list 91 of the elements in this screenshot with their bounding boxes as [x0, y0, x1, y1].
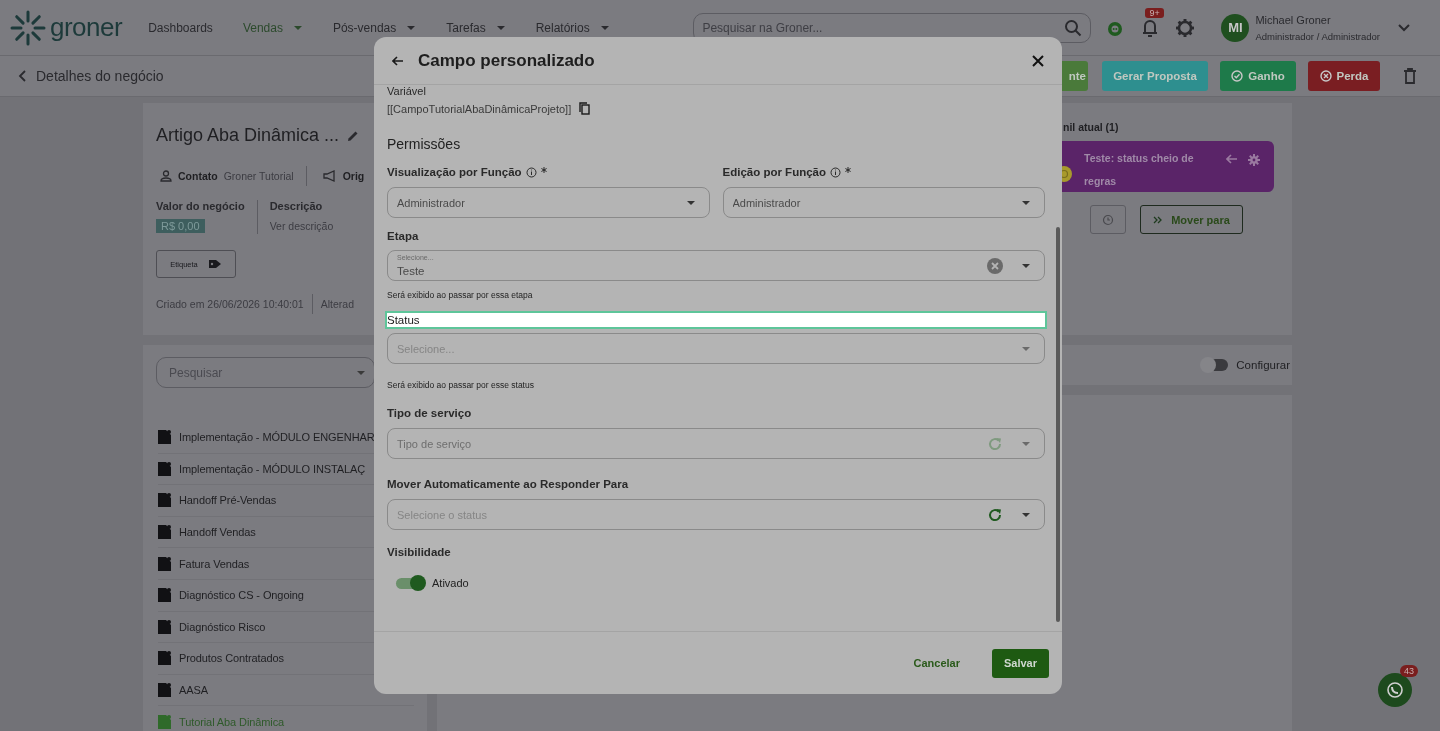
settings-icon: [1175, 17, 1196, 38]
altered-date: Alterad: [320, 298, 354, 310]
document-icon: [158, 461, 171, 476]
tag-icon: [207, 258, 222, 270]
document-icon: [158, 588, 171, 603]
visibility-switch[interactable]: [396, 577, 424, 589]
document-icon: [158, 683, 171, 698]
section-heading: Permissões: [387, 136, 462, 152]
contact-value: Groner Tutorial: [223, 170, 294, 182]
notification-badge: 43: [1400, 665, 1418, 677]
phone-bubble-icon: [1386, 681, 1404, 699]
helper-text: Será exibido ao passar por esse status: [387, 380, 535, 390]
created-date: Criado em 26/06/2026 10:40:01: [156, 298, 304, 310]
user-name: Michael Groner: [1255, 13, 1332, 26]
caret-icon: [1021, 262, 1031, 269]
megaphone-icon: [322, 170, 337, 182]
nav-menu-item[interactable]: Relatórios: [535, 20, 610, 35]
document-icon: [158, 651, 171, 666]
document-icon: [158, 619, 171, 634]
arrow-left-icon: [1226, 154, 1238, 164]
field-label: Etapa: [387, 230, 420, 242]
action-button[interactable]: nte: [1062, 61, 1088, 91]
highlighted-label: Status: [385, 311, 1047, 329]
helper-text: Será exibido ao passar por essa etapa: [387, 290, 534, 300]
x-circle-icon: [1319, 70, 1332, 82]
back-link[interactable]: Detalhes do negócio: [18, 68, 164, 84]
deal-title: Artigo Aba Dinâmica ...: [156, 125, 340, 146]
notification-badge: 9+: [1145, 7, 1164, 18]
action-button[interactable]: Ganho: [1220, 61, 1296, 91]
clear-icon: [987, 257, 1003, 274]
history-icon: [1102, 213, 1114, 226]
description-link[interactable]: Ver descrição: [269, 220, 334, 232]
role-select[interactable]: Administrador: [722, 187, 1045, 218]
bell-icon: [1141, 17, 1160, 38]
caret-icon: [1021, 440, 1031, 447]
variable-value: [[CampoTutorialAbaDinâmicaProjeto]]: [387, 102, 572, 115]
settings-icon: [1248, 154, 1260, 166]
value-label: Valor do negócio: [156, 200, 245, 212]
avatar: MI: [1221, 13, 1250, 42]
move-button[interactable]: Mover para: [1140, 205, 1243, 234]
logo-wordmark: groner: [50, 12, 123, 43]
deal-value: R$ 0,00: [156, 219, 205, 233]
sunburst-logo-icon: [10, 9, 46, 46]
nav-menu-item[interactable]: Tarefas: [446, 20, 506, 35]
nav-menu-item[interactable]: Vendas: [242, 20, 303, 35]
caret-icon: [1021, 345, 1031, 352]
role-select[interactable]: Administrador: [387, 187, 710, 218]
document-icon: [158, 493, 171, 508]
nav-menu-item[interactable]: Pós-vendas: [332, 20, 417, 35]
field-label: Edição por Função: [722, 166, 826, 178]
nav-menu-item[interactable]: Dashboards: [148, 20, 213, 35]
switch-label: Ativado: [432, 577, 469, 589]
variable-label: Variável: [387, 85, 427, 97]
info-icon: [830, 166, 841, 178]
configure-label: Configurar: [1236, 359, 1290, 371]
arrow-left-icon: [392, 55, 404, 66]
document-icon: [158, 556, 171, 571]
funnel-heading: nil atual (1): [1062, 121, 1120, 133]
pencil-icon: [347, 129, 360, 142]
chevron-down-icon: [1398, 23, 1410, 32]
action-button[interactable]: Perda: [1308, 61, 1380, 91]
chat-button[interactable]: [1378, 673, 1412, 707]
caret-icon: [356, 369, 366, 376]
copy-icon: [579, 102, 591, 115]
field-label: Tipo de serviço: [387, 407, 473, 419]
caret-icon: [685, 199, 696, 206]
dialog-title: Campo personalizado: [418, 50, 595, 71]
document-icon: [158, 430, 171, 445]
configure-switch[interactable]: [1202, 359, 1229, 371]
caret-icon: [1021, 511, 1031, 518]
caret-icon: [1021, 199, 1031, 206]
action-button[interactable]: Gerar Proposta: [1102, 61, 1208, 91]
person-icon: [160, 170, 172, 182]
status-name: Teste: status cheio de regras: [1084, 151, 1195, 189]
contact-label: Contato: [178, 170, 218, 182]
check-circle-icon: [1231, 70, 1244, 82]
search-icon: [1064, 18, 1083, 37]
close-icon: [1032, 54, 1044, 67]
chevron-left-icon: [18, 70, 26, 82]
document-icon: [158, 714, 171, 729]
description-label: Descrição: [269, 200, 324, 212]
origin-label: Orig: [342, 170, 365, 182]
info-icon: [525, 166, 537, 178]
cancel-button[interactable]: Cancelar: [903, 651, 970, 675]
trash-icon: [1403, 68, 1417, 84]
close-button[interactable]: [1030, 52, 1046, 69]
document-icon: [158, 525, 171, 540]
double-chevron-icon: [1153, 215, 1164, 224]
user-role: Administrador / Administrador: [1255, 30, 1380, 42]
save-button[interactable]: Salvar: [991, 648, 1049, 678]
field-label: Visualização por Função: [387, 166, 522, 178]
